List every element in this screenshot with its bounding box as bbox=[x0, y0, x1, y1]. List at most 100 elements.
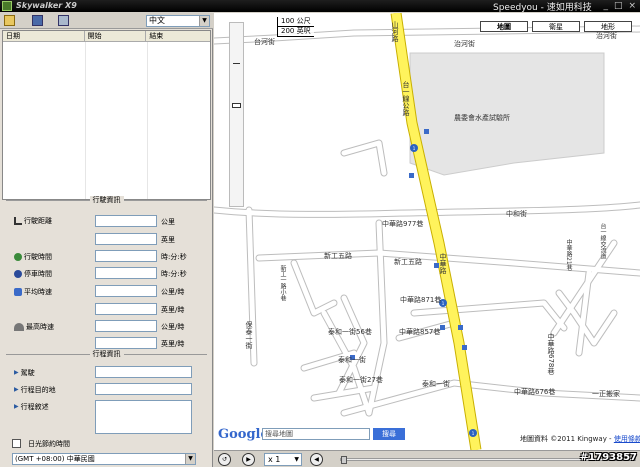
avg-speed-kmh-field[interactable] bbox=[95, 285, 157, 297]
map-label: 中華路 bbox=[439, 253, 447, 274]
scale-metric: 100 公尺 bbox=[277, 17, 314, 27]
map-label: 中和街 bbox=[506, 210, 527, 218]
map-type-satellite-button[interactable]: 衛星 bbox=[532, 21, 580, 32]
terms-link[interactable]: 使用條款 bbox=[614, 435, 640, 443]
map-label: 一正搬家 bbox=[592, 390, 620, 398]
map-scale: 100 公尺 200 英呎 bbox=[277, 17, 314, 37]
distance-mile-unit: 英里 bbox=[161, 236, 175, 244]
map-label: 保泰一街 bbox=[245, 321, 253, 349]
column-header-end[interactable]: 結束 bbox=[146, 31, 210, 41]
speedometer-icon bbox=[14, 323, 24, 331]
svg-text:1: 1 bbox=[472, 431, 475, 436]
map-label: 台一線交流道 bbox=[599, 223, 606, 259]
vehicle-row: ▶ 駕駛 bbox=[14, 369, 35, 377]
rewind-icon[interactable]: ↺ bbox=[218, 453, 231, 466]
distance-row: 行駛距離 bbox=[14, 216, 52, 226]
map-search-button[interactable]: 搜尋 bbox=[373, 428, 405, 440]
dst-checkbox[interactable] bbox=[12, 439, 21, 448]
map-label: 台一線公路 bbox=[402, 81, 410, 116]
max-speed-mph-unit: 英里/時 bbox=[161, 340, 185, 348]
zoom-slider[interactable] bbox=[229, 22, 244, 207]
map-label: 中華路21巷 bbox=[565, 239, 572, 271]
map-label: 泰和一街27巷 bbox=[339, 376, 383, 384]
trip-info-title: 行程資訊 bbox=[0, 349, 213, 359]
column-header-start[interactable]: 開始 bbox=[85, 31, 147, 41]
avg-speed-mph-unit: 英里/時 bbox=[161, 306, 185, 314]
distance-icon bbox=[14, 217, 22, 225]
vehicle-field[interactable] bbox=[95, 366, 192, 378]
max-speed-row: 最高時速 bbox=[14, 322, 54, 332]
app-icon bbox=[2, 1, 12, 11]
svg-text:1: 1 bbox=[413, 146, 416, 151]
map-label: 中華路857巷 bbox=[399, 328, 441, 336]
zoom-in-icon[interactable] bbox=[233, 63, 240, 64]
print-icon[interactable] bbox=[58, 15, 69, 26]
title-bar: Skywalker X9 Speedyou - 速如用科技 _ □ × bbox=[0, 0, 640, 13]
destination-field[interactable] bbox=[95, 383, 192, 395]
progress-thumb[interactable] bbox=[341, 456, 347, 464]
chevron-down-icon: ▼ bbox=[199, 16, 209, 26]
timezone-select[interactable]: (GMT +08:00) 中華民國 ▼ bbox=[12, 453, 196, 465]
maximize-button[interactable]: □ bbox=[614, 1, 623, 11]
triangle-right-icon: ▶ bbox=[14, 403, 19, 410]
trip-table[interactable]: 日期 開始 結束 bbox=[2, 30, 211, 200]
parking-icon bbox=[14, 270, 22, 278]
map-label: 治河街 bbox=[454, 40, 475, 48]
scale-imperial: 200 英呎 bbox=[277, 27, 314, 37]
playback-speed-select[interactable]: x 1 ▼ bbox=[264, 453, 302, 466]
destination-row: ▶ 行程目的地 bbox=[14, 386, 56, 394]
travel-time-field[interactable] bbox=[95, 250, 157, 262]
watermark: #1793857 bbox=[579, 452, 637, 463]
playback-bar: ↺ ▶ x 1 ▼ ◀ bbox=[214, 450, 640, 467]
column-header-date[interactable]: 日期 bbox=[3, 31, 85, 41]
language-select[interactable]: 中文 ▼ bbox=[146, 15, 210, 27]
distance-mile-field[interactable] bbox=[95, 233, 157, 245]
clock-icon bbox=[14, 253, 22, 261]
description-row: ▶ 行程敘述 bbox=[14, 403, 49, 411]
triangle-right-icon: ▶ bbox=[14, 369, 19, 376]
brand-name: Speedyou - 速如用科技 bbox=[493, 3, 592, 13]
map-label: 台河街 bbox=[254, 38, 275, 46]
chevron-down-icon: ▼ bbox=[185, 454, 195, 464]
max-speed-kmh-field[interactable] bbox=[95, 320, 157, 332]
step-back-icon[interactable]: ◀ bbox=[310, 453, 323, 466]
stop-time-field[interactable] bbox=[95, 267, 157, 279]
map-label: 農委會水產試驗所 bbox=[454, 114, 510, 122]
travel-info-title: 行駛資訊 bbox=[0, 195, 213, 205]
map-copyright: 地圖資料 ©2011 Kingway - 使用條款 bbox=[520, 435, 640, 443]
left-panel: 中文 ▼ 日期 開始 結束 行駛資訊 行駛距離 公里 英里 行駛時間 時:分:秒… bbox=[0, 13, 213, 467]
chevron-down-icon: ▼ bbox=[294, 456, 299, 463]
map-label: 新工五路 bbox=[394, 258, 422, 266]
avg-speed-mph-field[interactable] bbox=[95, 303, 157, 315]
description-textarea[interactable] bbox=[95, 400, 192, 434]
map-label: 新工五路 bbox=[324, 252, 352, 260]
minimize-button[interactable]: _ bbox=[603, 1, 608, 11]
map-label: 中華路676巷 bbox=[514, 388, 556, 396]
max-speed-kmh-unit: 公里/時 bbox=[161, 323, 185, 331]
close-button[interactable]: × bbox=[628, 1, 636, 11]
car-icon bbox=[14, 288, 22, 296]
map-label: 治河街 bbox=[596, 32, 617, 40]
toolbar: 中文 ▼ bbox=[0, 13, 213, 29]
play-icon[interactable]: ▶ bbox=[242, 453, 255, 466]
map-label: 泰和一街 bbox=[422, 380, 450, 388]
distance-km-unit: 公里 bbox=[161, 218, 175, 226]
map-type-map-button[interactable]: 地圖 bbox=[480, 21, 528, 32]
stop-time-row: 停車時間 bbox=[14, 269, 52, 279]
map-search-input[interactable]: 搜尋地圖 bbox=[262, 428, 370, 440]
open-folder-icon[interactable] bbox=[4, 15, 15, 26]
avg-speed-kmh-unit: 公里/時 bbox=[161, 288, 185, 296]
dst-label: 日光節約時間 bbox=[28, 440, 70, 448]
map-view[interactable]: 111 100 公尺 200 英呎 地圖 衛星 地形 台河街 治河街 治河街 山… bbox=[214, 13, 640, 450]
map-label: 山河路 bbox=[391, 21, 399, 42]
travel-time-row: 行駛時間 bbox=[14, 252, 52, 262]
svg-text:1: 1 bbox=[442, 301, 445, 306]
distance-km-field[interactable] bbox=[95, 215, 157, 227]
map-label: 泰和一街 bbox=[338, 356, 366, 364]
map-label: 新工一路小巷 bbox=[279, 265, 286, 301]
save-icon[interactable] bbox=[32, 15, 43, 26]
travel-time-unit: 時:分:秒 bbox=[161, 253, 187, 261]
triangle-right-icon: ▶ bbox=[14, 386, 19, 393]
zoom-handle[interactable] bbox=[232, 103, 241, 108]
max-speed-mph-field[interactable] bbox=[95, 337, 157, 349]
